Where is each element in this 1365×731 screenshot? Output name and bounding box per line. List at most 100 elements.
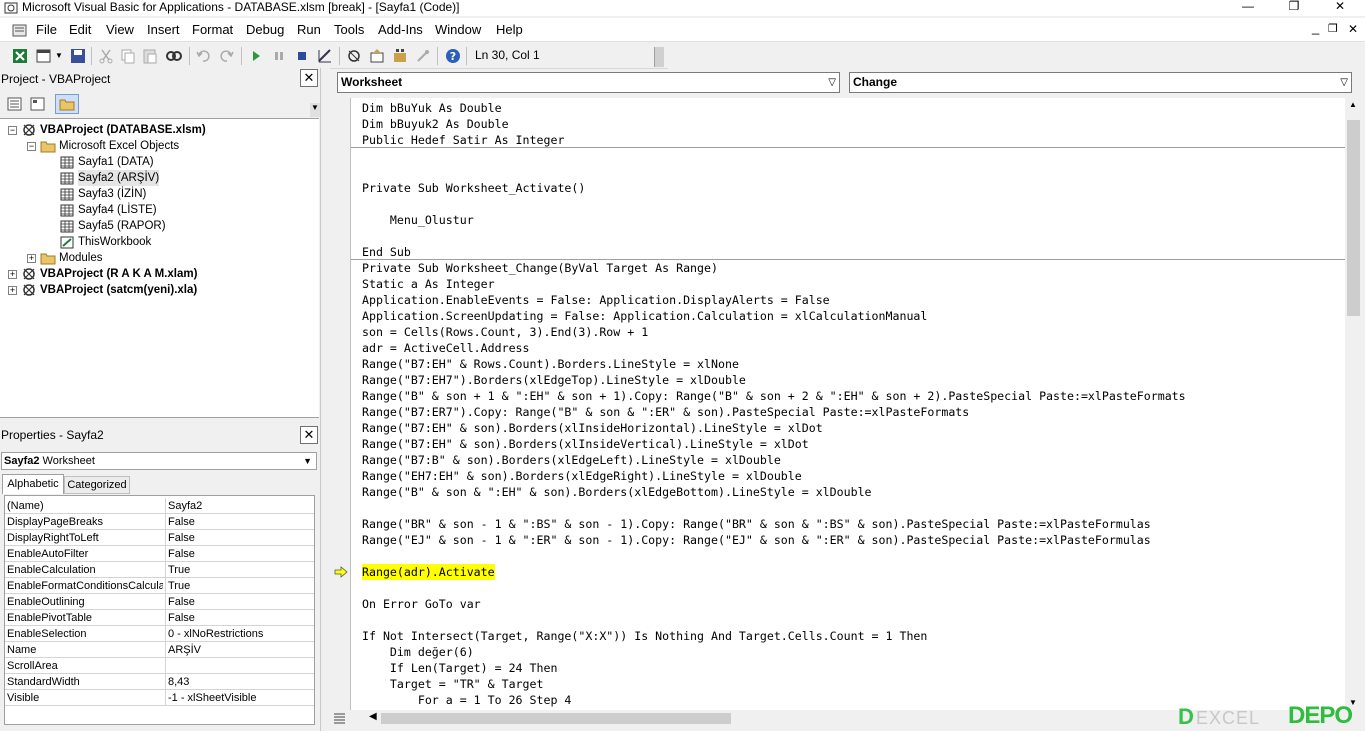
expand-icon[interactable]: + (8, 286, 17, 295)
menu-format[interactable]: Format (192, 22, 233, 38)
doc-minimize-button[interactable]: _ (1312, 20, 1319, 36)
object-combo[interactable]: Worksheet ▽ (337, 72, 840, 93)
copy-icon[interactable] (119, 47, 137, 65)
property-value[interactable]: True (168, 562, 190, 578)
property-row[interactable]: DisplayPageBreaks False (5, 514, 314, 530)
code-line[interactable]: Range("EH7:EH" & son).Borders(xlEdgeRigh… (362, 468, 802, 484)
property-value[interactable]: False (168, 610, 195, 626)
tree-item[interactable]: Sayfa4 (LİSTE) (0, 202, 310, 218)
properties-panel-close-button[interactable]: ✕ (300, 426, 318, 444)
menu-view[interactable]: View (106, 22, 134, 38)
insert-userform-icon[interactable] (35, 47, 53, 65)
code-editor[interactable]: Dim bBuYuk As Double Dim bBuyuk2 As Doubl… (351, 98, 1345, 710)
view-code-icon[interactable] (6, 96, 24, 112)
code-line[interactable]: Dim değer(6) (362, 644, 474, 660)
indicator-margin[interactable] (330, 98, 351, 710)
procedure-view-icon[interactable] (333, 712, 347, 724)
menu-tools[interactable]: Tools (334, 22, 364, 38)
code-vertical-scrollbar[interactable]: ▲ ▼ (1345, 98, 1362, 710)
tab-alphabetic[interactable]: Alphabetic (2, 474, 64, 494)
menu-addins[interactable]: Add-Ins (378, 22, 423, 38)
code-line[interactable]: If Not Intersect(Target, Range("X:X")) I… (362, 628, 927, 644)
property-row[interactable]: EnableAutoFilter False (5, 546, 314, 562)
property-row[interactable]: EnableFormatConditionsCalculati True (5, 578, 314, 594)
toolbar-overflow[interactable] (654, 47, 664, 67)
property-row[interactable]: EnableOutlining False (5, 594, 314, 610)
menu-run[interactable]: Run (297, 22, 321, 38)
property-value[interactable]: 8,43 (168, 674, 189, 690)
help-icon[interactable]: ? (444, 47, 462, 65)
property-row[interactable]: EnableSelection 0 - xlNoRestrictions (5, 626, 314, 642)
reset-icon[interactable] (293, 47, 311, 65)
tree-item[interactable]: Sayfa1 (DATA) (0, 154, 310, 170)
project-panel-scroll[interactable]: ▼ (310, 103, 320, 117)
code-line[interactable]: Range("B" & son & ":EH" & son).Borders(x… (362, 484, 872, 500)
menu-help[interactable]: Help (496, 22, 523, 38)
property-value[interactable]: False (168, 594, 195, 610)
doc-restore-button[interactable]: ❐ (1328, 21, 1338, 37)
property-value[interactable]: Sayfa2 (168, 498, 202, 514)
menu-edit[interactable]: Edit (69, 22, 91, 38)
property-row[interactable]: Name ARŞİV (5, 642, 314, 658)
code-line[interactable]: Private Sub Worksheet_Activate() (362, 180, 585, 196)
tree-item[interactable]: + Modules (0, 250, 310, 266)
collapse-icon[interactable]: − (8, 126, 17, 135)
code-line[interactable]: Range("B" & son + 1 & ":EH" & son + 1).C… (362, 388, 1186, 404)
property-row[interactable]: DisplayRightToLeft False (5, 530, 314, 546)
code-line[interactable]: If Len(Target) = 24 Then (362, 660, 558, 676)
code-line[interactable]: Range("BR" & son - 1 & ":BS" & son - 1).… (362, 516, 1151, 532)
object-browser-icon[interactable] (391, 47, 409, 65)
code-line[interactable]: Range("B7:EH" & son).Borders(xlInsideHor… (362, 420, 823, 436)
minimize-button[interactable]: — (1228, 0, 1268, 16)
property-value[interactable]: False (168, 546, 195, 562)
code-line[interactable]: Range("B7:EH7").Borders(xlEdgeTop).LineS… (362, 372, 746, 388)
menu-file[interactable]: File (36, 22, 57, 38)
code-line[interactable]: Public Hedef Satir As Integer (362, 132, 564, 148)
property-value[interactable]: -1 - xlSheetVisible (168, 690, 256, 706)
restore-button[interactable]: ❐ (1274, 0, 1314, 16)
property-value[interactable]: True (168, 578, 190, 594)
code-line[interactable]: adr = ActiveCell.Address (362, 340, 530, 356)
tree-item[interactable]: Sayfa5 (RAPOR) (0, 218, 310, 234)
menu-insert[interactable]: Insert (147, 22, 180, 38)
tree-item[interactable]: ThisWorkbook (0, 234, 310, 250)
close-button[interactable]: ✕ (1320, 0, 1360, 16)
expand-icon[interactable]: + (27, 254, 36, 263)
code-line[interactable]: Range(adr).Activate (362, 564, 495, 580)
code-line[interactable]: Dim bBuyuk2 As Double (362, 116, 509, 132)
code-line[interactable]: Dim bBuYuk As Double (362, 100, 502, 116)
find-icon[interactable] (165, 47, 183, 65)
tree-item[interactable]: Sayfa3 (İZİN) (0, 186, 310, 202)
procedure-combo[interactable]: Change ▽ (849, 72, 1352, 93)
tree-item[interactable]: − VBAProject (DATABASE.xlsm) (0, 122, 310, 138)
pane-splitter[interactable] (320, 68, 330, 731)
excel-view-icon[interactable] (11, 47, 29, 65)
horizontal-scroll-thumb[interactable] (381, 713, 731, 724)
tree-item[interactable]: Sayfa2 (ARŞİV) (0, 170, 310, 186)
project-explorer-icon[interactable] (345, 47, 363, 65)
collapse-icon[interactable]: − (27, 142, 36, 151)
code-line[interactable]: Application.ScreenUpdating = False: Appl… (362, 308, 927, 324)
code-line[interactable]: Range("B7:B" & son).Borders(xlEdgeLeft).… (362, 452, 781, 468)
code-line[interactable]: For a = 1 To 26 Step 4 (362, 692, 572, 708)
code-line[interactable]: Application.EnableEvents = False: Applic… (362, 292, 830, 308)
run-icon[interactable] (247, 47, 265, 65)
project-panel-close-button[interactable]: ✕ (300, 69, 318, 87)
property-row[interactable]: Visible -1 - xlSheetVisible (5, 690, 314, 706)
code-line[interactable]: Target = "TR" & Target (362, 676, 544, 692)
menu-window[interactable]: Window (435, 22, 481, 38)
property-value[interactable]: ARŞİV (168, 642, 201, 658)
code-line[interactable]: End Sub (362, 244, 411, 260)
vba-menu-icon[interactable] (12, 22, 28, 38)
tree-item[interactable]: + VBAProject (satcm(yeni).xla) (0, 282, 310, 298)
property-row[interactable]: StandardWidth 8,43 (5, 674, 314, 690)
code-line[interactable]: son = Cells(Rows.Count, 3).End(3).Row + … (362, 324, 648, 340)
design-mode-icon[interactable] (316, 47, 334, 65)
properties-window-icon[interactable] (368, 47, 386, 65)
property-row[interactable]: EnablePivotTable False (5, 610, 314, 626)
code-line[interactable]: Range("B7:EH" & son).Borders(xlInsideVer… (362, 436, 809, 452)
tree-item[interactable]: + VBAProject (R A K A M.xlam) (0, 266, 310, 282)
property-value[interactable]: 0 - xlNoRestrictions (168, 626, 263, 642)
code-line[interactable]: Range("B7:ER7").Copy: Range("B" & son & … (362, 404, 969, 420)
tab-categorized[interactable]: Categorized (64, 476, 130, 494)
